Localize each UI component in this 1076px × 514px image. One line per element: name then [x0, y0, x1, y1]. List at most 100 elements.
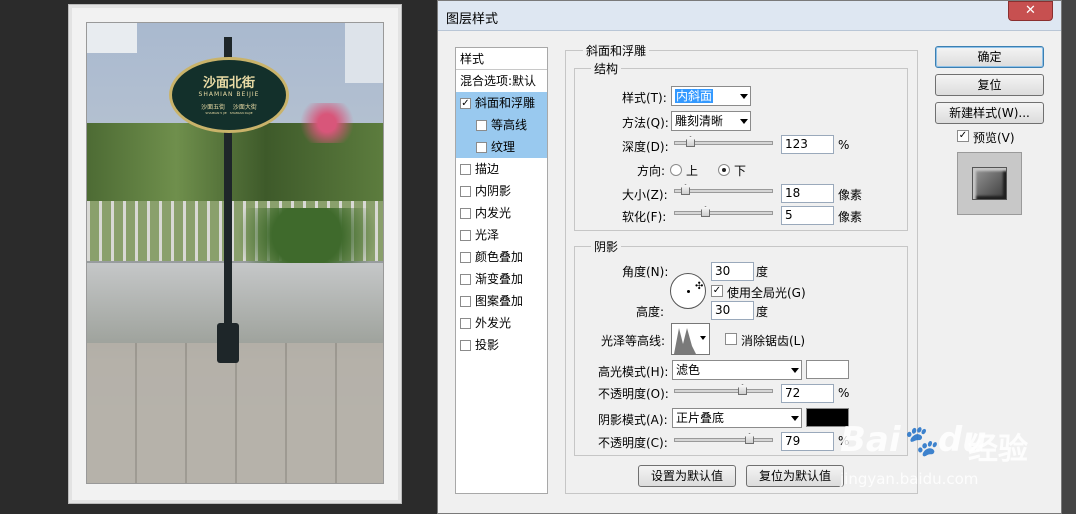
antialias-checkbox[interactable] — [725, 333, 737, 345]
technique-select[interactable]: 雕刻清晰 — [671, 111, 751, 131]
watermark-url: jingyan.baidu.com — [840, 470, 979, 488]
style-item[interactable]: 内发光 — [456, 202, 547, 224]
style-item[interactable]: 等高线 — [456, 114, 547, 136]
style-item-checkbox[interactable] — [460, 230, 471, 241]
style-item-checkbox[interactable] — [460, 164, 471, 175]
watermark-brand: Bai — [840, 420, 901, 460]
style-item-label: 外发光 — [475, 316, 512, 330]
style-item-label: 斜面和浮雕 — [475, 96, 536, 110]
style-item-checkbox[interactable] — [460, 186, 471, 197]
style-item[interactable]: 内阴影 — [456, 180, 547, 202]
direction-down-radio[interactable] — [718, 164, 730, 176]
style-preview — [957, 152, 1022, 215]
title-bar[interactable]: 图层样式 ✕ — [438, 1, 1061, 31]
gloss-contour-picker[interactable] — [671, 323, 710, 355]
highlight-opacity-slider[interactable] — [674, 384, 773, 395]
altitude-input[interactable]: 30 — [711, 301, 754, 320]
crosshair-icon: ✣ — [695, 281, 704, 292]
style-item-checkbox[interactable] — [460, 318, 471, 329]
global-light-label: 使用全局光(G) — [727, 286, 806, 300]
highlight-opacity-label: 不透明度(O): — [598, 387, 669, 401]
panel-edge — [1062, 0, 1076, 514]
document-photo[interactable]: 沙面北街 SHAMIAN BEIJIE 沙面五街 沙面大街 SHAMIAN 5 … — [86, 22, 384, 484]
angle-dial-center — [687, 290, 690, 293]
sign-left: 沙面五街 — [201, 104, 226, 111]
style-item-checkbox[interactable]: ✓ — [460, 98, 471, 109]
reset-default-button[interactable]: 复位为默认值 — [746, 465, 844, 487]
style-list-header[interactable]: 样式 — [456, 48, 547, 70]
ac-unit — [87, 23, 137, 53]
style-item-label: 内阴影 — [475, 184, 512, 198]
preview-checkbox[interactable]: ✓ — [957, 130, 969, 142]
contour-preview-icon — [674, 328, 696, 354]
close-button[interactable]: ✕ — [1008, 1, 1053, 21]
reset-button[interactable]: 复位 — [935, 74, 1044, 96]
shadow-opacity-slider[interactable] — [674, 433, 773, 444]
style-item[interactable]: ✓ 斜面和浮雕 — [456, 92, 547, 114]
style-item[interactable]: 光泽 — [456, 224, 547, 246]
style-select[interactable]: 内斜面 — [671, 86, 751, 106]
style-item-checkbox[interactable] — [476, 142, 487, 153]
altitude-label: 高度: — [636, 305, 665, 319]
new-style-button[interactable]: 新建样式(W)... — [935, 102, 1044, 124]
soften-input[interactable]: 5 — [781, 206, 834, 225]
style-item[interactable]: 渐变叠加 — [456, 268, 547, 290]
soften-label: 软化(F): — [622, 210, 667, 224]
shading-title: 阴影 — [591, 238, 622, 255]
style-item-checkbox[interactable] — [460, 208, 471, 219]
depth-label: 深度(D): — [622, 140, 669, 154]
highlight-mode-label: 高光模式(H): — [598, 365, 669, 379]
style-item-label: 内发光 — [475, 206, 512, 220]
style-label: 样式(T): — [622, 91, 667, 105]
global-light-checkbox[interactable]: ✓ — [711, 285, 723, 297]
style-item-checkbox[interactable] — [460, 296, 471, 307]
style-item-label: 纹理 — [491, 140, 516, 154]
style-item-label: 等高线 — [491, 118, 528, 132]
style-item[interactable]: 外发光 — [456, 312, 547, 334]
style-item-label: 颜色叠加 — [475, 250, 524, 264]
depth-input[interactable]: 123 — [781, 135, 834, 154]
style-item[interactable]: 颜色叠加 — [456, 246, 547, 268]
shadow-mode-label: 阴影模式(A): — [598, 413, 668, 427]
baidu-watermark: Bai🐾du 经验 jingyan.baidu.com — [840, 392, 1060, 512]
highlight-mode-select[interactable]: 滤色 — [672, 360, 802, 380]
style-item-label: 描边 — [475, 162, 500, 176]
direction-up-radio[interactable] — [670, 164, 682, 176]
style-item-label: 图案叠加 — [475, 294, 524, 308]
ok-button[interactable]: 确定 — [935, 46, 1044, 68]
style-item-checkbox[interactable] — [460, 252, 471, 263]
style-item-checkbox[interactable] — [476, 120, 487, 131]
bevel-emboss-title: 斜面和浮雕 — [583, 42, 650, 59]
style-item[interactable]: 描边 — [456, 158, 547, 180]
technique-label: 方法(Q): — [622, 116, 669, 130]
shadow-mode-select[interactable]: 正片叠底 — [672, 408, 802, 428]
sign-subtitle: SHAMIAN BEIJIE — [198, 91, 260, 98]
blending-options-item[interactable]: 混合选项:默认 — [456, 70, 547, 92]
sign-right: 沙面大街 — [232, 104, 257, 111]
shadow-opacity-label: 不透明度(C): — [598, 436, 668, 450]
angle-dial[interactable]: ✣ — [670, 273, 706, 309]
sign-left-en: SHAMIAN 5 JIE — [205, 111, 227, 115]
highlight-color-swatch[interactable] — [806, 360, 849, 379]
direction-up-label: 上 — [686, 164, 699, 178]
direction-down-label: 下 — [734, 164, 747, 178]
building-window — [345, 23, 383, 83]
style-item[interactable]: 投影 — [456, 334, 547, 356]
size-input[interactable]: 18 — [781, 184, 834, 203]
size-label: 大小(Z): — [622, 188, 668, 202]
make-default-button[interactable]: 设置为默认值 — [638, 465, 736, 487]
style-item[interactable]: 图案叠加 — [456, 290, 547, 312]
style-list: 样式 混合选项:默认 ✓ 斜面和浮雕等高线纹理描边内阴影内发光光泽颜色叠加渐变叠加… — [455, 47, 548, 494]
highlight-opacity-input[interactable]: 72 — [781, 384, 834, 403]
depth-slider[interactable] — [674, 136, 773, 147]
style-item[interactable]: 纹理 — [456, 136, 547, 158]
style-item-checkbox[interactable] — [460, 340, 471, 351]
size-slider[interactable] — [674, 184, 773, 195]
angle-label: 角度(N): — [622, 265, 669, 279]
style-item-checkbox[interactable] — [460, 274, 471, 285]
angle-input[interactable]: 30 — [711, 262, 754, 281]
depth-unit: % — [838, 138, 850, 152]
soften-slider[interactable] — [674, 206, 773, 217]
gloss-contour-label: 光泽等高线: — [601, 334, 666, 348]
shadow-opacity-input[interactable]: 79 — [781, 432, 834, 451]
